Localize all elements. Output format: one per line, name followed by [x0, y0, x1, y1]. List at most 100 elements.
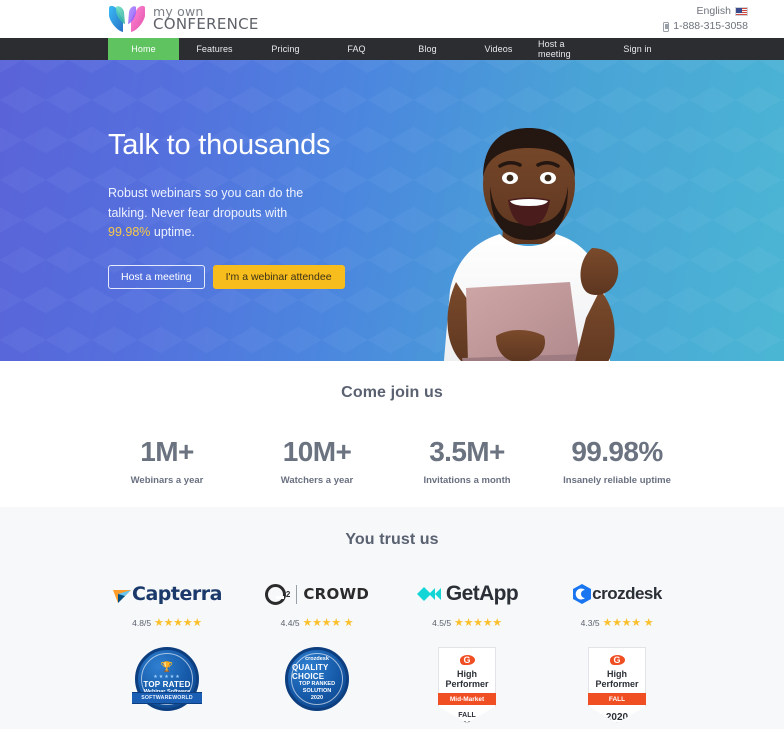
review-g2crowd[interactable]: 2 CROWD 4.4/5 ★★★★ ★	[242, 581, 392, 629]
badge-softwareworld: 🏆 ★★★★★ TOP RATED Webinar Software SOFTW…	[92, 647, 242, 723]
trust-title: You trust us	[345, 531, 439, 548]
hero-content: Talk to thousands Robust webinars so you…	[0, 60, 784, 289]
stat-invitations: 3.5M+ Invitations a month	[392, 436, 542, 486]
phone-number[interactable]: 1-888-315-3058	[663, 19, 748, 34]
badge-year: 2020	[605, 711, 629, 723]
top-rated-seal: 🏆 ★★★★★ TOP RATED Webinar Software SOFTW…	[132, 647, 202, 711]
badge-g2-high-performer-2020: G High Performer FALL 2020	[542, 647, 692, 723]
rating-stars: ★★★★	[302, 617, 342, 629]
review-getapp[interactable]: GetApp 4.5/5 ★★★★★	[392, 581, 542, 629]
phone-label: 1-888-315-3058	[673, 20, 748, 32]
hero-sub-part1: Robust webinars so you can do the talkin…	[108, 186, 304, 220]
badge-g2-high-performer-2019: G High Performer Mid-Market FALL 2019	[392, 647, 542, 723]
crowd-wordmark: CROWD	[303, 585, 370, 603]
stat-watchers: 10M+ Watchers a year	[242, 436, 392, 486]
award-badges-row: 🏆 ★★★★★ TOP RATED Webinar Software SOFTW…	[0, 647, 784, 723]
main-navigation: Home Features Pricing FAQ Blog Videos Ho…	[0, 38, 784, 60]
rating-stars: ★★★★★	[454, 617, 502, 629]
g2-logo-icon: G	[459, 655, 475, 665]
g2-shield-badge: G High Performer Mid-Market FALL 2019	[438, 647, 496, 723]
stat-value: 99.98%	[571, 436, 663, 467]
stat-webinars: 1M+ Webinars a year	[92, 436, 242, 486]
logo-divider	[296, 584, 298, 604]
logo-wordmark: my own CONFERENCE	[153, 5, 259, 34]
phone-icon	[663, 21, 670, 32]
stat-label: Webinars a year	[130, 475, 204, 486]
nav-item-blog[interactable]: Blog	[392, 38, 463, 60]
badge-subtitle: TOP RANKED SOLUTION	[298, 681, 336, 694]
badge-title: QUALITY CHOICE	[292, 663, 329, 682]
top-bar: my own CONFERENCE English 1-888-315-3058	[0, 0, 784, 38]
stat-value: 3.5M+	[429, 436, 505, 467]
badge-ribbon: SOFTWAREWORLD	[132, 692, 202, 704]
g2-logo-icon: G	[609, 655, 625, 665]
stat-value: 10M+	[282, 436, 352, 467]
badge-title: High Performer	[445, 669, 489, 689]
rating-value: 4.8/5	[132, 617, 152, 628]
getapp-wordmark: GetApp	[445, 582, 519, 605]
trophy-icon: 🏆	[160, 661, 174, 673]
nav-item-faq[interactable]: FAQ	[321, 38, 392, 60]
badge-title: High Performer	[595, 669, 639, 689]
crozdesk-wordmark: crozdesk	[592, 584, 662, 603]
webinar-attendee-button[interactable]: I'm a webinar attendee	[212, 264, 345, 289]
quality-choice-seal: crozdesk QUALITY CHOICE TOP RANKED SOLUT…	[285, 647, 349, 711]
hero-buttons: Host a meeting I'm a webinar attendee	[108, 264, 784, 289]
nav-item-videos[interactable]: Videos	[463, 38, 534, 60]
seal-inner: crozdesk QUALITY CHOICE TOP RANKED SOLUT…	[291, 653, 343, 705]
g2-crowd-logo-icon: 2 CROWD	[242, 581, 392, 607]
review-capterra[interactable]: Capterra 4.8/5 ★★★★★	[92, 581, 242, 629]
hero-sub-part2: uptime.	[150, 225, 195, 240]
capterra-rating: 4.8/5 ★★★★★	[92, 616, 242, 629]
badge-year: 2020	[310, 694, 324, 701]
getapp-rating: 4.5/5 ★★★★★	[392, 616, 542, 629]
nav-item-features[interactable]: Features	[179, 38, 250, 60]
crozdesk-mark-icon	[573, 584, 592, 604]
capterra-logo-icon: Capterra	[92, 581, 242, 607]
badge-year: 2019	[455, 720, 479, 731]
stat-uptime: 99.98% Insanely reliable uptime	[542, 436, 692, 486]
crozdesk-logo-icon: crozdesk	[542, 581, 692, 607]
nav-item-sign-in[interactable]: Sign in	[603, 38, 672, 60]
rating-half-star: ★	[643, 617, 654, 629]
stat-label: Watchers a year	[280, 475, 354, 486]
stat-label: Invitations a month	[423, 475, 511, 486]
top-right-info: English 1-888-315-3058	[663, 4, 770, 34]
hero-section: Talk to thousands Robust webinars so you…	[0, 60, 784, 361]
review-logos-row: Capterra 4.8/5 ★★★★★ 2 CROWD 4.4/5 ★★★★ ★	[0, 581, 784, 629]
g2crowd-rating: 4.4/5 ★★★★ ★	[242, 616, 392, 629]
crozdesk-rating: 4.3/5 ★★★★ ★	[542, 616, 692, 629]
badge-band: Mid-Market	[438, 693, 496, 705]
host-a-meeting-button[interactable]: Host a meeting	[108, 264, 205, 289]
rating-value: 4.3/5	[580, 617, 600, 628]
us-flag-icon	[735, 6, 748, 16]
badge-period: FALL	[458, 711, 476, 719]
hero-uptime-highlight: 99.98%	[108, 225, 151, 240]
review-crozdesk[interactable]: crozdesk 4.3/5 ★★★★ ★	[542, 581, 692, 629]
capterra-wordmark: Capterra	[132, 583, 222, 605]
logo-line-2: CONFERENCE	[153, 15, 259, 34]
language-selector[interactable]: English	[663, 4, 748, 19]
g2-shield-badge: G High Performer FALL 2020	[588, 647, 646, 723]
badge-title: TOP RATED	[143, 679, 191, 689]
rating-value: 4.4/5	[280, 617, 300, 628]
trust-section: You trust us Capterra 4.8/5 ★★★★★ 2 CROW…	[0, 507, 784, 729]
nav-item-pricing[interactable]: Pricing	[250, 38, 321, 60]
rating-value: 4.5/5	[432, 617, 452, 628]
capterra-mark-icon	[113, 590, 132, 603]
nav-item-home[interactable]: Home	[108, 38, 179, 60]
hero-subtitle: Robust webinars so you can do the talkin…	[108, 184, 308, 242]
rating-half-star: ★	[343, 617, 354, 629]
stat-value: 1M+	[140, 436, 194, 467]
getapp-mark-icon	[416, 587, 441, 601]
nav-item-host-a-meeting[interactable]: Host a meeting	[534, 38, 603, 60]
site-logo[interactable]: my own CONFERENCE	[108, 4, 259, 34]
stat-label: Insanely reliable uptime	[563, 475, 671, 486]
getapp-logo-icon: GetApp	[392, 581, 542, 607]
badge-crozdesk-quality-choice: crozdesk QUALITY CHOICE TOP RANKED SOLUT…	[242, 647, 392, 723]
butterfly-logo-icon	[109, 5, 145, 33]
rating-stars: ★★★★★	[154, 617, 202, 629]
stats-section: Come join us 1M+ Webinars a year 10M+ Wa…	[0, 361, 784, 507]
badge-brand: crozdesk	[305, 656, 329, 663]
g2-circle-icon	[264, 583, 286, 605]
